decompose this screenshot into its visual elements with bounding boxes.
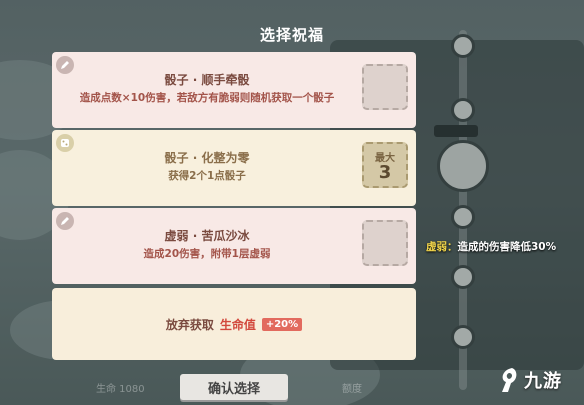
- weak-status-note: 虚弱：造成的伤害降低30%: [426, 239, 556, 254]
- blessing-card-3[interactable]: 虚弱 · 苦瓜沙冰 造成20伤害，附带1层虚弱: [52, 208, 416, 284]
- card-name: 骰子 · 化整为零: [164, 151, 250, 165]
- weak-key: 虚弱：: [426, 241, 458, 253]
- card-slot: [362, 64, 408, 110]
- abandon-text: 放弃获取: [165, 317, 214, 332]
- card-name: 骰子 · 顺手牵骰: [164, 73, 250, 87]
- hp-label: 生命值: [219, 317, 256, 332]
- max-value: 3: [378, 161, 392, 183]
- hp-bonus-badge: +20%: [261, 317, 303, 331]
- card-name: 虚弱 · 苦瓜沙冰: [164, 229, 250, 243]
- max-count-slot: 最大 3: [362, 142, 408, 188]
- logo: 九游: [496, 366, 562, 394]
- page-title: 选择祝福: [259, 26, 324, 44]
- weak-text: 造成的伤害降低30%: [457, 241, 557, 253]
- card-desc: 造成20伤害，附带1层虚弱: [143, 248, 271, 260]
- logo-mark-icon: [502, 368, 517, 392]
- footer-hp: 生命 1080: [96, 384, 145, 395]
- logo-text: 九游: [524, 371, 562, 392]
- card-desc: 造成点数×10伤害，若敌方有脆弱则随机获取一个骰子: [79, 92, 335, 104]
- footer-right: 额度: [342, 384, 362, 395]
- confirm-button[interactable]: 确认选择: [180, 374, 288, 400]
- abandon-option[interactable]: 放弃获取 生命值 +20%: [52, 288, 416, 360]
- blessing-card-1[interactable]: 骰子 · 顺手牵骰 造成点数×10伤害，若敌方有脆弱则随机获取一个骰子: [52, 52, 416, 128]
- card-slot: [362, 220, 408, 266]
- card-desc: 获得2个1点骰子: [168, 170, 246, 182]
- blessing-card-2[interactable]: 骰子 · 化整为零 获得2个1点骰子 最大 3: [52, 130, 416, 206]
